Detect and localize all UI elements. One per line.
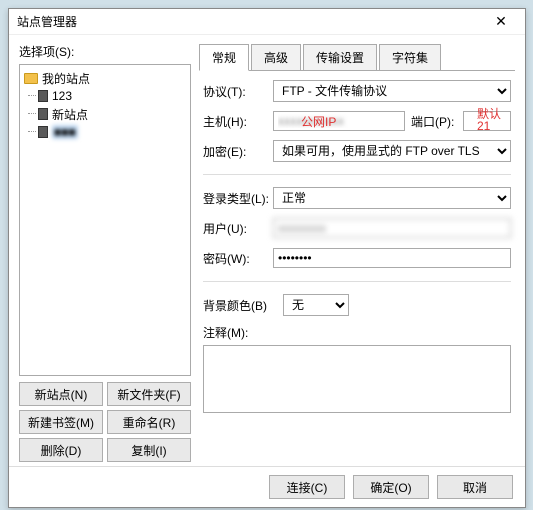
user-label: 用户(U):: [203, 220, 267, 237]
copy-button[interactable]: 复制(I): [107, 438, 191, 462]
password-label: 密码(W):: [203, 250, 267, 267]
new-bookmark-button[interactable]: 新建书签(M): [19, 410, 103, 434]
site-manager-dialog: 站点管理器 ✕ 选择项(S): 我的站点 123 新站点: [8, 8, 526, 508]
left-panel: 选择项(S): 我的站点 123 新站点 ■■■: [19, 43, 191, 462]
port-wrapper: 端口(P): 默认21: [411, 111, 511, 131]
title-bar: 站点管理器 ✕: [9, 9, 525, 35]
protocol-label: 协议(T):: [203, 83, 267, 100]
left-buttons: 新站点(N) 新文件夹(F) 新建书签(M) 重命名(R) 删除(D) 复制(I…: [19, 382, 191, 462]
row-password: 密码(W):: [203, 247, 511, 269]
window-title: 站点管理器: [17, 13, 485, 30]
tree-item-label: 新站点: [52, 106, 88, 123]
bgcolor-select[interactable]: 无: [283, 294, 349, 316]
tree-item-selected[interactable]: ■■■: [22, 123, 188, 141]
host-label: 主机(H):: [203, 113, 267, 130]
tree-item[interactable]: 新站点: [22, 105, 188, 123]
protocol-select[interactable]: FTP - 文件传输协议: [273, 80, 511, 102]
right-panel: 常规 高级 传输设置 字符集 协议(T): FTP - 文件传输协议 主机(H)…: [199, 43, 515, 462]
login-type-select[interactable]: 正常: [273, 187, 511, 209]
new-folder-button[interactable]: 新文件夹(F): [107, 382, 191, 406]
user-input[interactable]: [273, 218, 511, 238]
folder-icon: [24, 73, 38, 84]
tab-strip: 常规 高级 传输设置 字符集: [199, 44, 515, 71]
close-icon[interactable]: ✕: [485, 13, 517, 30]
login-type-label: 登录类型(L):: [203, 190, 267, 207]
divider: [203, 174, 511, 175]
rename-button[interactable]: 重命名(R): [107, 410, 191, 434]
cancel-button[interactable]: 取消: [437, 475, 513, 499]
dialog-body: 选择项(S): 我的站点 123 新站点 ■■■: [9, 35, 525, 466]
port-default-note: 默认21: [477, 109, 501, 133]
bgcolor-label: 背景颜色(B): [203, 297, 277, 314]
tab-transfer[interactable]: 传输设置: [303, 44, 377, 70]
comment-label: 注释(M):: [203, 324, 511, 341]
server-icon: [38, 108, 48, 120]
new-site-button[interactable]: 新站点(N): [19, 382, 103, 406]
server-icon: [38, 90, 48, 102]
tree-root-label: 我的站点: [42, 70, 90, 87]
tree-item-label: 123: [52, 89, 72, 103]
encrypt-select[interactable]: 如果可用，使用显式的 FTP over TLS: [273, 140, 511, 162]
row-protocol: 协议(T): FTP - 文件传输协议: [203, 80, 511, 102]
row-encrypt: 加密(E): 如果可用，使用显式的 FTP over TLS: [203, 140, 511, 162]
select-label: 选择项(S):: [19, 43, 191, 60]
row-host: 主机(H): 公网IP 端口(P): 默认21: [203, 110, 511, 132]
host-wrapper: 公网IP: [273, 111, 405, 131]
tab-advanced[interactable]: 高级: [251, 44, 301, 70]
tree-item-label: ■■■: [52, 125, 78, 139]
tree-item[interactable]: 123: [22, 87, 188, 105]
row-login-type: 登录类型(L): 正常: [203, 187, 511, 209]
divider: [203, 281, 511, 282]
port-label: 端口(P):: [411, 113, 459, 130]
ok-button[interactable]: 确定(O): [353, 475, 429, 499]
site-tree[interactable]: 我的站点 123 新站点 ■■■: [19, 64, 191, 376]
encrypt-label: 加密(E):: [203, 143, 267, 160]
server-icon: [38, 126, 48, 138]
password-input[interactable]: [273, 248, 511, 268]
row-comment: 注释(M):: [203, 324, 511, 416]
row-user: 用户(U):: [203, 217, 511, 239]
dialog-footer: 连接(C) 确定(O) 取消: [9, 466, 525, 507]
tab-general[interactable]: 常规: [199, 44, 249, 71]
tab-charset[interactable]: 字符集: [379, 44, 441, 70]
tree-root[interactable]: 我的站点: [22, 69, 188, 87]
host-input[interactable]: [273, 111, 405, 131]
connect-button[interactable]: 连接(C): [269, 475, 345, 499]
tab-content-general: 协议(T): FTP - 文件传输协议 主机(H): 公网IP 端口(P):: [199, 70, 515, 462]
row-bgcolor: 背景颜色(B) 无: [203, 294, 511, 316]
delete-button[interactable]: 删除(D): [19, 438, 103, 462]
comment-textarea[interactable]: [203, 345, 511, 413]
